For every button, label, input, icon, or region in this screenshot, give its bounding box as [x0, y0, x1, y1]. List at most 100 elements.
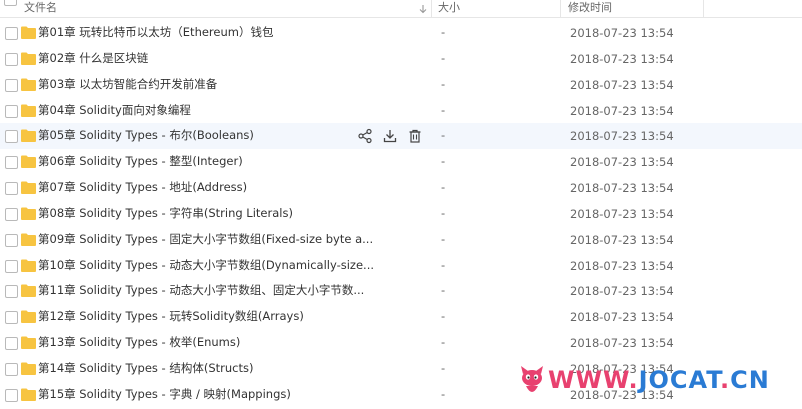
row-checkbox[interactable]: [5, 156, 18, 170]
file-size: -: [441, 25, 446, 39]
file-modified-date: 2018-07-23 13:54: [570, 232, 674, 247]
file-row[interactable]: 第06章 Solidity Types - 整型(Integer) - 2018-0…: [0, 149, 802, 175]
watermark-text: WWW.JOCAT.CN: [548, 366, 770, 394]
file-size: -: [441, 335, 446, 350]
file-name[interactable]: 第11章 Solidity Types - 动态大小字节数组、固定大小字节数..…: [38, 278, 364, 303]
file-row[interactable]: 第10章 Solidity Types - 动态大小字节数组(Dynamical…: [0, 253, 802, 279]
row-checkbox[interactable]: [5, 285, 18, 299]
watermark-tld: CN: [730, 366, 770, 394]
file-row[interactable]: 第11章 Solidity Types - 动态大小字节数组、固定大小字节数..…: [0, 278, 802, 304]
file-name[interactable]: 第14章 Solidity Types - 结构体(Structs): [38, 356, 253, 381]
cat-logo-icon: [521, 366, 543, 392]
folder-icon: [21, 336, 36, 350]
folder-icon: [21, 362, 36, 375]
column-divider[interactable]: [703, 0, 704, 17]
sort-arrow-icon[interactable]: [418, 4, 428, 14]
file-row[interactable]: 第05章 Solidity Types - 布尔(Booleans) - 2018-…: [0, 123, 802, 150]
file-modified-date: 2018-07-23 13:54: [570, 181, 674, 196]
watermark-www: WWW.: [548, 366, 639, 394]
file-row[interactable]: 第13章 Solidity Types - 枚举(Enums) - 2018-07-…: [0, 330, 802, 356]
file-name[interactable]: 第12章 Solidity Types - 玩转Solidity数组(Array…: [38, 304, 304, 329]
file-size: -: [441, 309, 446, 324]
folder-icon: [21, 284, 36, 298]
file-row[interactable]: 第04章 Solidity面向对象编程 - 2018-07-23 13:54: [0, 98, 802, 124]
row-checkbox[interactable]: [5, 104, 18, 118]
watermark-dot: .: [719, 366, 731, 394]
file-name[interactable]: 第13章 Solidity Types - 枚举(Enums): [38, 330, 240, 355]
column-header-size[interactable]: 大小: [438, 0, 460, 17]
row-checkbox[interactable]: [5, 259, 18, 273]
file-name[interactable]: 第07章 Solidity Types - 地址(Address): [38, 175, 247, 200]
jocat-watermark: WWW.JOCAT.CN: [518, 364, 798, 398]
file-name[interactable]: 第05章 Solidity Types - 布尔(Booleans): [38, 123, 254, 148]
file-name[interactable]: 第01章 玩转比特币以太坊（Ethereum）钱包: [38, 20, 273, 45]
folder-icon: [21, 155, 36, 169]
file-row[interactable]: 第02章 什么是区块链 - 2018-07-23 13:54: [0, 46, 802, 72]
select-all-checkbox[interactable]: [4, 0, 17, 6]
file-row[interactable]: 第07章 Solidity Types - 地址(Address) - 2018-0…: [0, 175, 802, 201]
file-list-header: 文件名 大小 修改时间: [0, 0, 802, 18]
folder-icon: [21, 388, 36, 401]
column-divider[interactable]: [560, 0, 561, 17]
folder-icon: [21, 129, 36, 143]
file-size: -: [441, 386, 446, 401]
watermark-brand: JOCAT: [638, 366, 720, 394]
file-name[interactable]: 第03章 以太坊智能合约开发前准备: [38, 72, 217, 97]
file-name[interactable]: 第02章 什么是区块链: [38, 46, 148, 71]
folder-icon: [21, 104, 36, 117]
file-row[interactable]: 第01章 玩转比特币以太坊（Ethereum）钱包 - 2018-07-23 13:…: [0, 20, 802, 46]
file-name[interactable]: 第06章 Solidity Types - 整型(Integer): [38, 149, 243, 174]
row-checkbox[interactable]: [5, 233, 18, 247]
row-checkbox[interactable]: [5, 362, 18, 376]
file-modified-date: 2018-07-23 13:54: [570, 284, 674, 299]
file-row[interactable]: 第08章 Solidity Types - 字符串(String Literal…: [0, 201, 802, 227]
delete-icon[interactable]: [407, 128, 423, 144]
file-modified-date: 2018-07-23 13:54: [570, 258, 674, 273]
share-icon[interactable]: [357, 128, 373, 144]
file-modified-date: 2018-07-23 13:54: [570, 77, 674, 92]
file-row[interactable]: 第12章 Solidity Types - 玩转Solidity数组(Array…: [0, 304, 802, 330]
folder-icon: [21, 233, 36, 246]
file-name[interactable]: 第10章 Solidity Types - 动态大小字节数组(Dynamical…: [38, 253, 374, 278]
file-size: -: [441, 257, 446, 272]
file-row[interactable]: 第03章 以太坊智能合约开发前准备 - 2018-07-23 13:54: [0, 72, 802, 98]
file-size: -: [441, 154, 446, 169]
row-checkbox[interactable]: [5, 182, 18, 196]
file-name[interactable]: 第09章 Solidity Types - 固定大小字节数组(Fixed-siz…: [38, 227, 373, 252]
file-modified-date: 2018-07-23 13:54: [570, 155, 674, 170]
file-row[interactable]: 第09章 Solidity Types - 固定大小字节数组(Fixed-siz…: [0, 227, 802, 253]
file-list: 第01章 玩转比特币以太坊（Ethereum）钱包 - 2018-07-23 13:…: [0, 20, 802, 408]
row-checkbox[interactable]: [5, 337, 18, 351]
file-size: -: [441, 128, 446, 143]
row-checkbox[interactable]: [5, 388, 18, 402]
file-size: -: [441, 231, 446, 246]
column-divider[interactable]: [431, 0, 432, 17]
folder-icon: [21, 26, 36, 39]
file-size: -: [441, 102, 446, 117]
row-checkbox[interactable]: [5, 130, 18, 144]
file-size: -: [441, 205, 446, 220]
row-checkbox[interactable]: [5, 311, 18, 325]
folder-icon: [21, 259, 36, 272]
column-header-name[interactable]: 文件名: [24, 0, 57, 17]
row-checkbox[interactable]: [5, 27, 18, 40]
file-modified-date: 2018-07-23 13:54: [570, 310, 674, 325]
file-size: -: [441, 360, 446, 375]
row-checkbox[interactable]: [5, 52, 18, 66]
file-modified-date: 2018-07-23 13:54: [570, 103, 674, 118]
folder-icon: [21, 310, 36, 324]
folder-icon: [21, 78, 36, 91]
file-name[interactable]: 第08章 Solidity Types - 字符串(String Literal…: [38, 201, 293, 226]
file-name[interactable]: 第04章 Solidity面向对象编程: [38, 98, 191, 123]
column-header-modified[interactable]: 修改时间: [568, 0, 612, 17]
file-modified-date: 2018-07-23 13:54: [570, 51, 674, 66]
file-name[interactable]: 第15章 Solidity Types - 字典 / 映射(Mappings): [38, 382, 291, 407]
file-size: -: [441, 283, 446, 298]
file-size: -: [441, 76, 446, 91]
file-modified-date: 2018-07-23 13:54: [570, 26, 674, 40]
file-modified-date: 2018-07-23 13:54: [570, 129, 674, 144]
download-icon[interactable]: [382, 128, 398, 144]
row-checkbox[interactable]: [5, 207, 18, 221]
file-size: -: [441, 180, 446, 195]
row-checkbox[interactable]: [5, 78, 18, 92]
